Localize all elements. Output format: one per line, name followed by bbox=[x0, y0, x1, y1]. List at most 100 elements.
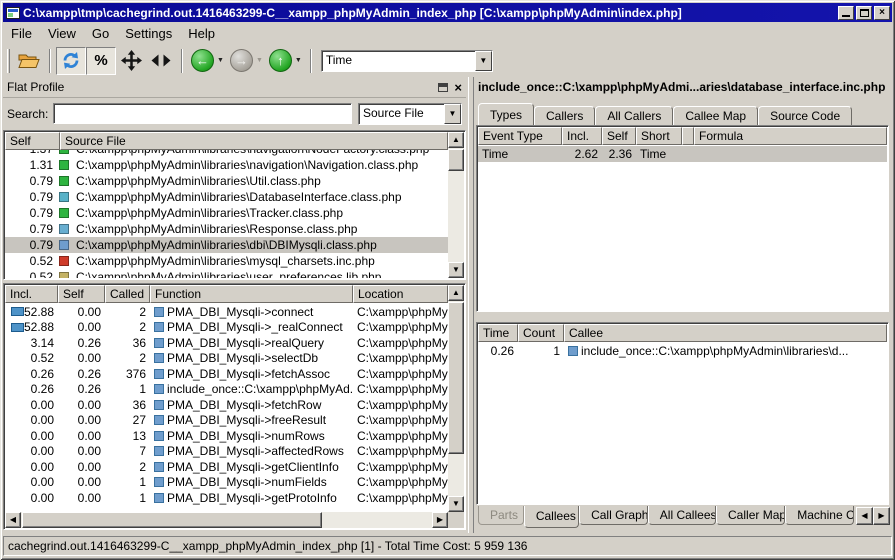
scroll-up-icon[interactable]: ▲ bbox=[448, 285, 464, 301]
back-button[interactable]: ← bbox=[191, 49, 214, 72]
relative-cost-button[interactable]: % bbox=[86, 47, 116, 75]
source-file-row[interactable]: 0.79C:\xampp\phpMyAdmin\libraries\Databa… bbox=[5, 189, 448, 205]
vertical-scrollbar[interactable]: ▲ ▼ bbox=[448, 285, 464, 512]
column-header-self[interactable]: Self bbox=[602, 127, 636, 145]
column-header-short[interactable]: Short bbox=[636, 127, 682, 145]
source-file-row[interactable]: 0.79C:\xampp\phpMyAdmin\libraries\dbi\DB… bbox=[5, 237, 448, 253]
source-file-row[interactable]: 0.52C:\xampp\phpMyAdmin\libraries\user_p… bbox=[5, 269, 448, 278]
shorten-templates-button[interactable] bbox=[146, 47, 176, 75]
titlebar[interactable]: C:\xampp\tmp\cachegrind.out.1416463299-C… bbox=[3, 3, 892, 22]
toolbar-handle[interactable] bbox=[7, 49, 10, 73]
menu-help[interactable]: Help bbox=[180, 24, 223, 43]
dropdown-button[interactable]: ▼ bbox=[475, 51, 492, 71]
event-type-row[interactable]: Time2.622.36Time bbox=[478, 146, 887, 162]
kcachegrind-window: C:\xampp\tmp\cachegrind.out.1416463299-C… bbox=[0, 0, 895, 560]
function-row[interactable]: 0.000.007PMA_DBI_Mysqli->affectedRowsC:\… bbox=[5, 444, 448, 460]
source-file-row[interactable]: 1.31C:\xampp\phpMyAdmin\libraries\naviga… bbox=[5, 157, 448, 173]
cycle-detection-button[interactable] bbox=[56, 47, 86, 75]
source-file-row[interactable]: 0.79C:\xampp\phpMyAdmin\libraries\Respon… bbox=[5, 221, 448, 237]
function-name: PMA_DBI_Mysqli->affectedRows bbox=[167, 444, 344, 458]
function-row[interactable]: 0.520.002PMA_DBI_Mysqli->selectDbC:\xamp… bbox=[5, 351, 448, 367]
open-file-button[interactable] bbox=[14, 47, 44, 75]
scrollbar-thumb[interactable] bbox=[22, 512, 322, 528]
source-file-row[interactable]: 1.37C:\xampp\phpMyAdmin\libraries\naviga… bbox=[5, 150, 448, 157]
tab-callees[interactable]: Callees bbox=[524, 506, 579, 528]
tab-machine-c[interactable]: Machine C bbox=[785, 506, 854, 525]
group-by-select[interactable]: Source File ▼ bbox=[358, 103, 462, 125]
tab-source-code[interactable]: Source Code bbox=[758, 106, 852, 125]
column-header-formula[interactable]: Formula bbox=[694, 127, 887, 145]
event-type-select[interactable]: Time ▼ bbox=[321, 50, 493, 72]
menu-settings[interactable]: Settings bbox=[117, 24, 180, 43]
dock-header[interactable]: Flat Profile × bbox=[3, 77, 466, 98]
tab-callee-map[interactable]: Callee Map bbox=[673, 106, 758, 125]
dock-close-icon[interactable]: × bbox=[454, 83, 462, 92]
function-row[interactable]: 52.880.002PMA_DBI_Mysqli->_realConnectC:… bbox=[5, 320, 448, 336]
function-row[interactable]: 0.260.26376PMA_DBI_Mysqli->fetchAssocC:\… bbox=[5, 366, 448, 382]
menu-go[interactable]: Go bbox=[84, 24, 117, 43]
relative-to-parent-button[interactable] bbox=[116, 47, 146, 75]
tab-call-graph[interactable]: Call Graph bbox=[579, 506, 648, 525]
scroll-left-icon[interactable]: ◀ bbox=[5, 512, 21, 528]
dropdown-button[interactable]: ▼ bbox=[444, 104, 461, 124]
column-header-location[interactable]: Location bbox=[353, 285, 448, 303]
minimize-button[interactable] bbox=[838, 6, 854, 20]
source-file-row[interactable]: 0.79C:\xampp\phpMyAdmin\libraries\Tracke… bbox=[5, 205, 448, 221]
menu-file[interactable]: File bbox=[3, 24, 40, 43]
column-header-self[interactable]: Self bbox=[5, 132, 60, 150]
tab-all-callers[interactable]: All Callers bbox=[595, 106, 673, 125]
function-row[interactable]: 52.880.002PMA_DBI_Mysqli->connectC:\xamp… bbox=[5, 304, 448, 320]
location-value: C:\xampp\phpMy bbox=[353, 413, 448, 427]
forward-dropdown-caret[interactable]: ▼ bbox=[256, 57, 263, 64]
column-header-event-type[interactable]: Event Type bbox=[478, 127, 562, 145]
function-row[interactable]: 3.140.2636PMA_DBI_Mysqli->realQueryC:\xa… bbox=[5, 335, 448, 351]
scrollbar-thumb[interactable] bbox=[448, 302, 464, 454]
function-icon bbox=[154, 493, 164, 503]
function-row[interactable]: 0.000.002PMA_DBI_Mysqli->getClientInfoC:… bbox=[5, 459, 448, 475]
tab-types[interactable]: Types bbox=[478, 103, 534, 125]
function-row[interactable]: 0.260.261include_once::C:\xampp\phpMyAd.… bbox=[5, 382, 448, 398]
function-row[interactable]: 0.000.0013PMA_DBI_Mysqli->numRowsC:\xamp… bbox=[5, 428, 448, 444]
tab-scroll-left-icon[interactable]: ◀ bbox=[856, 507, 873, 525]
up-dropdown-caret[interactable]: ▼ bbox=[295, 57, 302, 64]
function-row[interactable]: 0.000.0036PMA_DBI_Mysqli->fetchRowC:\xam… bbox=[5, 397, 448, 413]
menu-view[interactable]: View bbox=[40, 24, 84, 43]
tab-all-callees[interactable]: All Callees bbox=[648, 506, 716, 525]
vertical-scrollbar[interactable]: ▲ ▼ bbox=[448, 132, 464, 278]
source-file-row[interactable]: 0.52C:\xampp\phpMyAdmin\libraries\mysql_… bbox=[5, 253, 448, 269]
scrollbar-thumb[interactable] bbox=[448, 149, 464, 171]
column-header-function[interactable]: Function bbox=[150, 285, 353, 303]
function-row[interactable]: 0.000.0027PMA_DBI_Mysqli->freeResultC:\x… bbox=[5, 413, 448, 429]
dock-float-icon[interactable] bbox=[438, 83, 448, 92]
callee-row[interactable]: 0.261include_once::C:\xampp\phpMyAdmin\l… bbox=[478, 343, 887, 359]
column-header-incl[interactable]: Incl. bbox=[5, 285, 58, 303]
scroll-right-icon[interactable]: ▶ bbox=[432, 512, 448, 528]
scroll-up-icon[interactable]: ▲ bbox=[448, 132, 464, 148]
scroll-down-icon[interactable]: ▼ bbox=[448, 496, 464, 512]
scroll-down-icon[interactable]: ▼ bbox=[448, 262, 464, 278]
column-header-count[interactable]: Count bbox=[518, 324, 564, 342]
column-header-blank[interactable] bbox=[682, 127, 694, 145]
function-row[interactable]: 0.000.001PMA_DBI_Mysqli->getProtoInfoC:\… bbox=[5, 490, 448, 506]
forward-button[interactable]: → bbox=[230, 49, 253, 72]
close-button[interactable]: × bbox=[874, 6, 890, 20]
horizontal-scrollbar[interactable]: ◀ ▶ bbox=[5, 512, 448, 528]
column-header-called[interactable]: Called bbox=[105, 285, 150, 303]
tab-scroll-right-icon[interactable]: ▶ bbox=[873, 507, 890, 525]
column-header-self[interactable]: Self bbox=[58, 285, 105, 303]
back-dropdown-caret[interactable]: ▼ bbox=[217, 57, 224, 64]
column-header-callee[interactable]: Callee bbox=[564, 324, 887, 342]
column-header-incl[interactable]: Incl. bbox=[562, 127, 602, 145]
up-button[interactable]: ↑ bbox=[269, 49, 292, 72]
tab-callers[interactable]: Callers bbox=[534, 106, 595, 125]
self-value: 0.79 bbox=[5, 238, 57, 252]
tab-caller-map[interactable]: Caller Map bbox=[716, 506, 785, 525]
tab-parts[interactable]: Parts bbox=[478, 506, 524, 525]
column-header-time[interactable]: Time bbox=[478, 324, 518, 342]
column-header-source-file[interactable]: Source File bbox=[60, 132, 448, 150]
search-input[interactable] bbox=[53, 103, 352, 124]
source-file-row[interactable]: 0.79C:\xampp\phpMyAdmin\libraries\Util.c… bbox=[5, 173, 448, 189]
maximize-button[interactable] bbox=[856, 6, 872, 20]
callee-rows: 0.261include_once::C:\xampp\phpMyAdmin\l… bbox=[478, 343, 887, 503]
function-row[interactable]: 0.000.001PMA_DBI_Mysqli->numFieldsC:\xam… bbox=[5, 475, 448, 491]
